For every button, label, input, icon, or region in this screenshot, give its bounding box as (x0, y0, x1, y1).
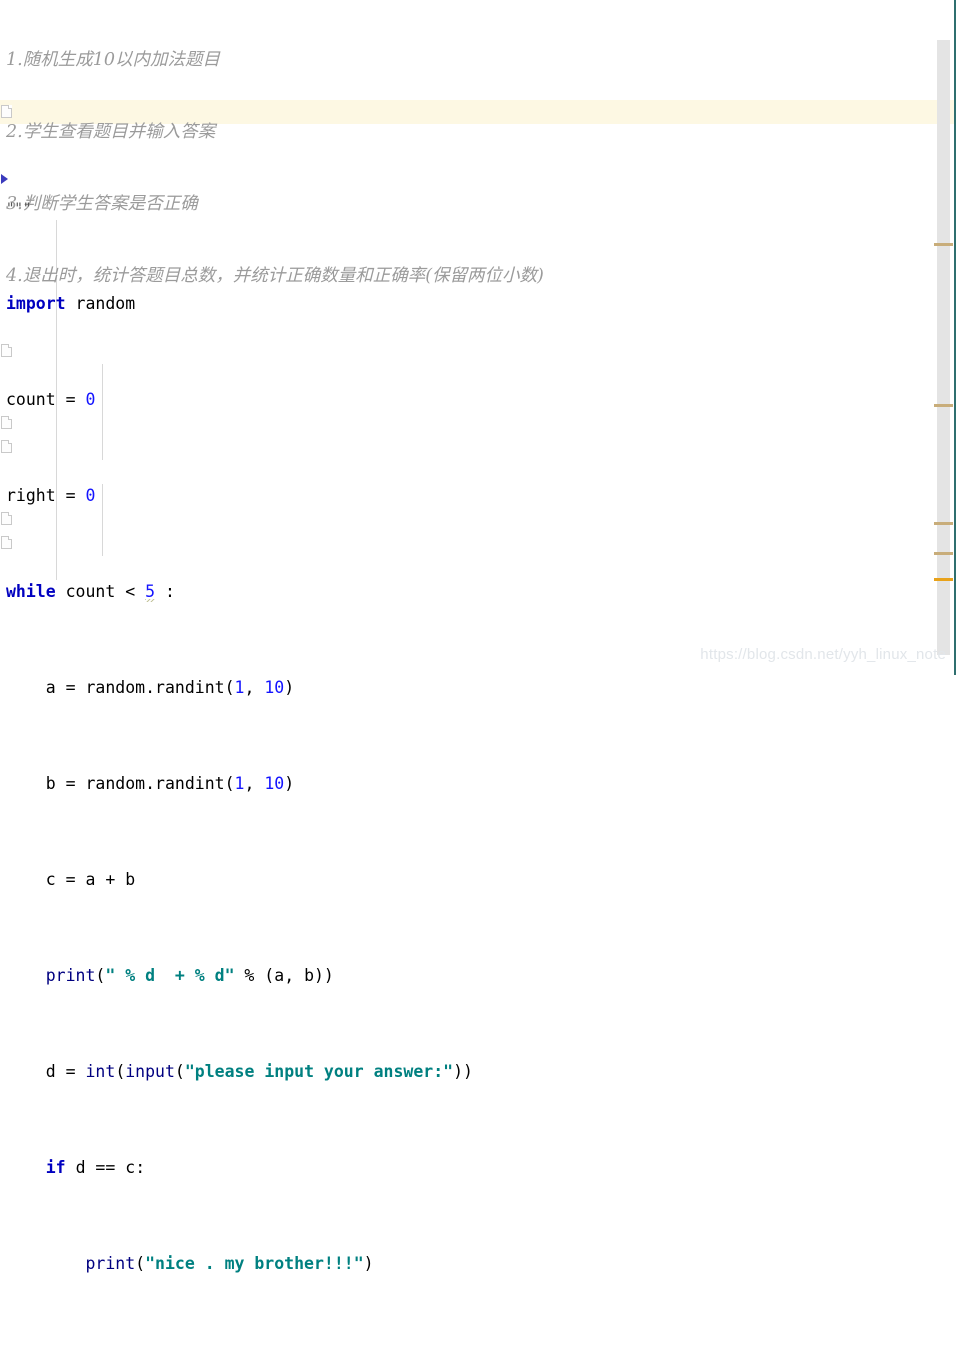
code-line-if[interactable]: if d == c: (0, 1156, 956, 1180)
paren-open: ( (174, 1062, 185, 1081)
paren-open: ( (95, 966, 106, 985)
code-editor[interactable]: 1.随机生成10以内加法题目 2.学生查看题目并输入答案 3.判断学生答案是否正… (0, 0, 956, 1273)
string-format-ab: " % d + % d" (105, 966, 235, 985)
watermark: https://blog.csdn.net/yyh_linux_note (700, 646, 946, 663)
number-zero: 0 (85, 390, 96, 409)
string-prompt: "please input your answer:" (184, 1062, 454, 1081)
paren-open: ( (115, 1062, 126, 1081)
var-count: count (65, 582, 116, 601)
code-line-d-input[interactable]: d = int(input("please input your answer:… (0, 1060, 956, 1084)
docstring-close-quote: """ (6, 201, 32, 217)
fn-randint: random.randint (85, 774, 225, 793)
comma: , (244, 774, 265, 793)
paren-open: ( (135, 1254, 146, 1273)
op-assign: = (55, 870, 86, 889)
code-line-c-sum[interactable]: c = a + b (0, 868, 956, 892)
editor-scrollbar[interactable] (937, 40, 950, 655)
var-count: count (6, 390, 56, 409)
op-assign: = (55, 678, 86, 697)
var-d: d (45, 1062, 56, 1081)
paren-open: ( (224, 678, 235, 697)
paren-close: ) (284, 678, 295, 697)
code-line-while[interactable]: while count < 5 : (0, 580, 956, 604)
number-one: 1 (234, 678, 245, 697)
op-plus: + (95, 870, 126, 889)
code-line-print-comeon[interactable]: print("come on !!! ,and you have %d not … (0, 1348, 956, 1350)
code-line-docstring-close[interactable]: """ (0, 196, 956, 220)
op-assign: = (55, 774, 86, 793)
paren-close: )) (453, 1062, 473, 1081)
fn-print: print (45, 966, 96, 985)
op-mod: % ( (234, 966, 275, 985)
docstring-line-1: 1.随机生成10以内加法题目 (6, 50, 220, 70)
colon: : (135, 1158, 146, 1177)
var-c: c (125, 1158, 136, 1177)
fn-print: print (85, 1254, 136, 1273)
number-five: 5 (145, 582, 156, 601)
paren-close: )) (314, 966, 334, 985)
code-line-print-question[interactable]: print(" % d + % d" % (a, b)) (0, 964, 956, 988)
op-lt: < (115, 582, 146, 601)
keyword-while: while (6, 582, 56, 601)
module-random: random (75, 294, 136, 313)
code-line-right-init[interactable]: right = 0 (0, 484, 956, 508)
op-assign: = (55, 1062, 86, 1081)
code-line-import[interactable]: import random (0, 292, 956, 316)
comma: , (244, 678, 265, 697)
var-a: a (45, 678, 56, 697)
op-assign: = (55, 390, 86, 409)
code-line-b-randint[interactable]: b = random.randint(1, 10) (0, 772, 956, 796)
fn-randint: random.randint (85, 678, 225, 697)
code-line-a-randint[interactable]: a = random.randint(1, 10) (0, 676, 956, 700)
op-assign: = (55, 486, 86, 505)
op-eq: == (85, 1158, 126, 1177)
paren-open: ( (224, 774, 235, 793)
var-a: a (274, 966, 285, 985)
scrollbar-marker-4[interactable] (934, 552, 953, 555)
fn-int: int (85, 1062, 116, 1081)
var-b: b (125, 870, 136, 889)
scrollbar-marker-3[interactable] (934, 522, 953, 525)
scrollbar-marker-5[interactable] (934, 578, 953, 581)
code-line-count-init[interactable]: count = 0 (0, 388, 956, 412)
code-line-print-nice[interactable]: print("nice . my brother!!!") (0, 1252, 956, 1276)
number-zero: 0 (85, 486, 96, 505)
scrollbar-marker-1[interactable] (934, 243, 953, 246)
var-c: c (45, 870, 56, 889)
colon: : (155, 582, 175, 601)
comma: , (284, 966, 305, 985)
string-nice: "nice . my brother!!!" (145, 1254, 364, 1273)
paren-close: ) (363, 1254, 374, 1273)
paren-close: ) (284, 774, 295, 793)
var-right: right (6, 486, 56, 505)
fn-input: input (125, 1062, 175, 1081)
number-one: 1 (234, 774, 245, 793)
scrollbar-marker-2[interactable] (934, 404, 953, 407)
keyword-if: if (45, 1158, 66, 1177)
var-b: b (45, 774, 56, 793)
number-ten: 10 (264, 678, 285, 697)
number-ten: 10 (264, 774, 285, 793)
var-d: d (75, 1158, 86, 1177)
keyword-import: import (6, 294, 66, 313)
var-a: a (85, 870, 96, 889)
code-content[interactable]: """ import random count = 0 right = 0 wh… (0, 100, 956, 1350)
var-b: b (304, 966, 314, 985)
